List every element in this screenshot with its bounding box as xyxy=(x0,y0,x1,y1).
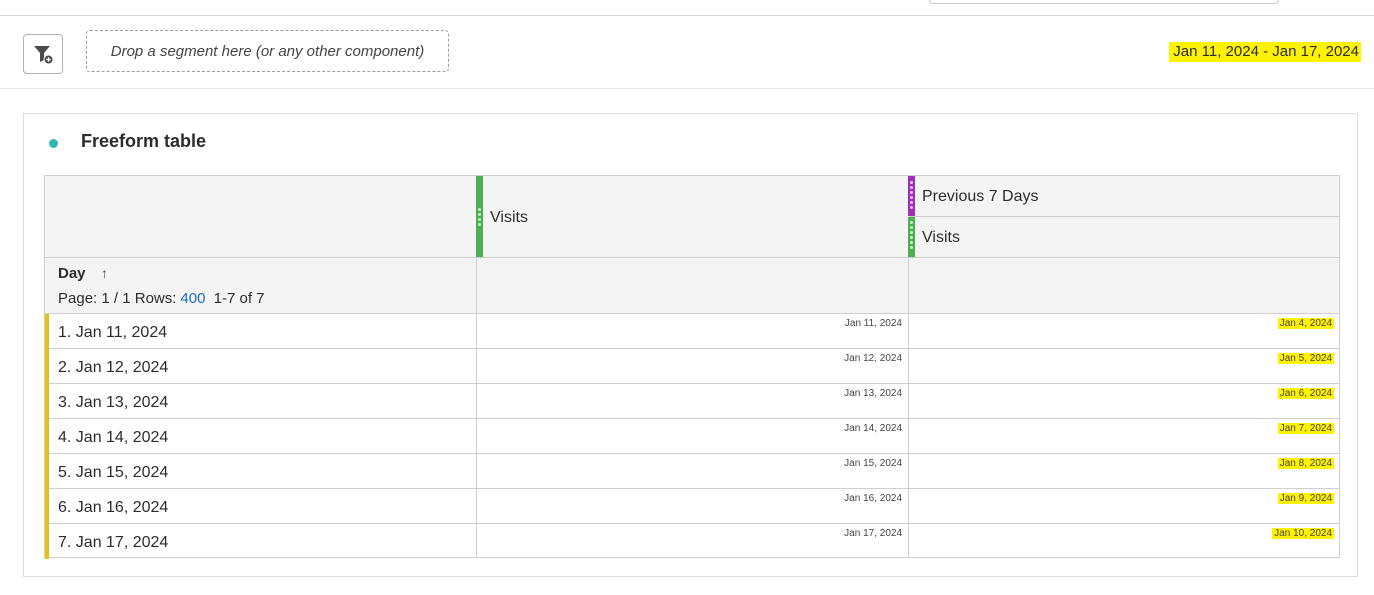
add-segment-button[interactable] xyxy=(23,34,63,74)
date-range[interactable]: Jan 11, 2024 - Jan 17, 2024 xyxy=(1169,42,1361,62)
dimension-label[interactable]: Day xyxy=(58,265,86,282)
freeform-table: Visits Previous 7 Days Visits Day ↑ Page… xyxy=(44,175,1340,559)
table-row[interactable]: 6. Jan 16, 2024 Jan 16, 2024 Jan 9, 2024 xyxy=(45,489,1339,524)
row-label[interactable]: 5. Jan 15, 2024 xyxy=(58,464,168,482)
previous-visits-cell: Jan 8, 2024 xyxy=(1277,458,1334,469)
rows-label: Rows: xyxy=(134,290,177,307)
segment-dropzone[interactable]: Drop a segment here (or any other compon… xyxy=(86,30,449,72)
visits-cell: Jan 14, 2024 xyxy=(844,423,902,434)
previous-visits-cell: Jan 10, 2024 xyxy=(1272,528,1334,539)
table-row[interactable]: 4. Jan 14, 2024 Jan 14, 2024 Jan 7, 2024 xyxy=(45,419,1339,454)
freeform-panel: Freeform table Visits Previous 7 Days Vi… xyxy=(23,113,1358,577)
row-accent xyxy=(45,384,49,419)
previous-visits-cell: Jan 7, 2024 xyxy=(1277,423,1334,434)
table-row[interactable]: 7. Jan 17, 2024 Jan 17, 2024 Jan 10, 202… xyxy=(45,524,1339,559)
previous-visits-cell: Jan 5, 2024 xyxy=(1277,353,1334,364)
page-label: Page: 1 / 1 xyxy=(58,290,131,307)
row-accent xyxy=(45,314,49,349)
visits-cell: Jan 15, 2024 xyxy=(844,458,902,469)
visits-cell: Jan 16, 2024 xyxy=(844,493,902,504)
pagination-info: Page: 1 / 1 Rows: 400 1-7 of 7 xyxy=(58,290,265,307)
previous-visits-cell: Jan 4, 2024 xyxy=(1277,318,1334,329)
row-label[interactable]: 4. Jan 14, 2024 xyxy=(58,429,168,447)
top-search-box[interactable] xyxy=(929,0,1279,4)
column-drag-handle[interactable] xyxy=(476,176,483,257)
row-accent xyxy=(45,454,49,489)
range-label: 1-7 of 7 xyxy=(213,290,265,307)
segment-drag-handle[interactable] xyxy=(908,176,915,216)
filter-add-icon xyxy=(34,46,54,65)
visits-cell: Jan 13, 2024 xyxy=(844,388,902,399)
visits-cell: Jan 17, 2024 xyxy=(844,528,902,539)
panel-status-dot xyxy=(49,139,58,148)
previous-visits-cell: Jan 9, 2024 xyxy=(1277,493,1334,504)
column-divider xyxy=(476,257,477,558)
table-row[interactable]: 3. Jan 13, 2024 Jan 13, 2024 Jan 6, 2024 xyxy=(45,384,1339,419)
row-accent xyxy=(45,349,49,384)
row-accent xyxy=(45,419,49,454)
row-label[interactable]: 2. Jan 12, 2024 xyxy=(58,359,168,377)
segment-bar: Drop a segment here (or any other compon… xyxy=(0,16,1374,89)
row-label[interactable]: 1. Jan 11, 2024 xyxy=(58,324,167,342)
previous-visits-cell: Jan 6, 2024 xyxy=(1277,388,1334,399)
table-body: 1. Jan 11, 2024 Jan 11, 2024 Jan 4, 2024… xyxy=(45,314,1339,559)
column-drag-handle[interactable] xyxy=(908,217,915,257)
dimension-header: Day ↑ Page: 1 / 1 Rows: 400 1-7 of 7 xyxy=(45,258,1339,314)
column-header-visits-previous[interactable]: Visits xyxy=(922,229,960,247)
table-header: Visits Previous 7 Days Visits xyxy=(45,176,1339,258)
row-label[interactable]: 3. Jan 13, 2024 xyxy=(58,394,168,412)
column-divider xyxy=(908,257,909,558)
row-label[interactable]: 7. Jan 17, 2024 xyxy=(58,534,168,552)
table-row[interactable]: 5. Jan 15, 2024 Jan 15, 2024 Jan 8, 2024 xyxy=(45,454,1339,489)
row-accent xyxy=(45,489,49,524)
column-header-visits[interactable]: Visits xyxy=(490,209,528,227)
row-accent xyxy=(45,524,49,559)
row-label[interactable]: 6. Jan 16, 2024 xyxy=(58,499,168,517)
rows-per-page-selector[interactable]: 400 xyxy=(180,290,205,307)
panel-title[interactable]: Freeform table xyxy=(81,131,206,152)
sort-ascending-icon[interactable]: ↑ xyxy=(101,265,108,281)
visits-cell: Jan 12, 2024 xyxy=(844,353,902,364)
table-row[interactable]: 2. Jan 12, 2024 Jan 12, 2024 Jan 5, 2024 xyxy=(45,349,1339,384)
table-row[interactable]: 1. Jan 11, 2024 Jan 11, 2024 Jan 4, 2024 xyxy=(45,314,1339,349)
column-header-segment[interactable]: Previous 7 Days xyxy=(922,188,1039,206)
header-split xyxy=(909,216,1339,217)
visits-cell: Jan 11, 2024 xyxy=(844,318,902,329)
